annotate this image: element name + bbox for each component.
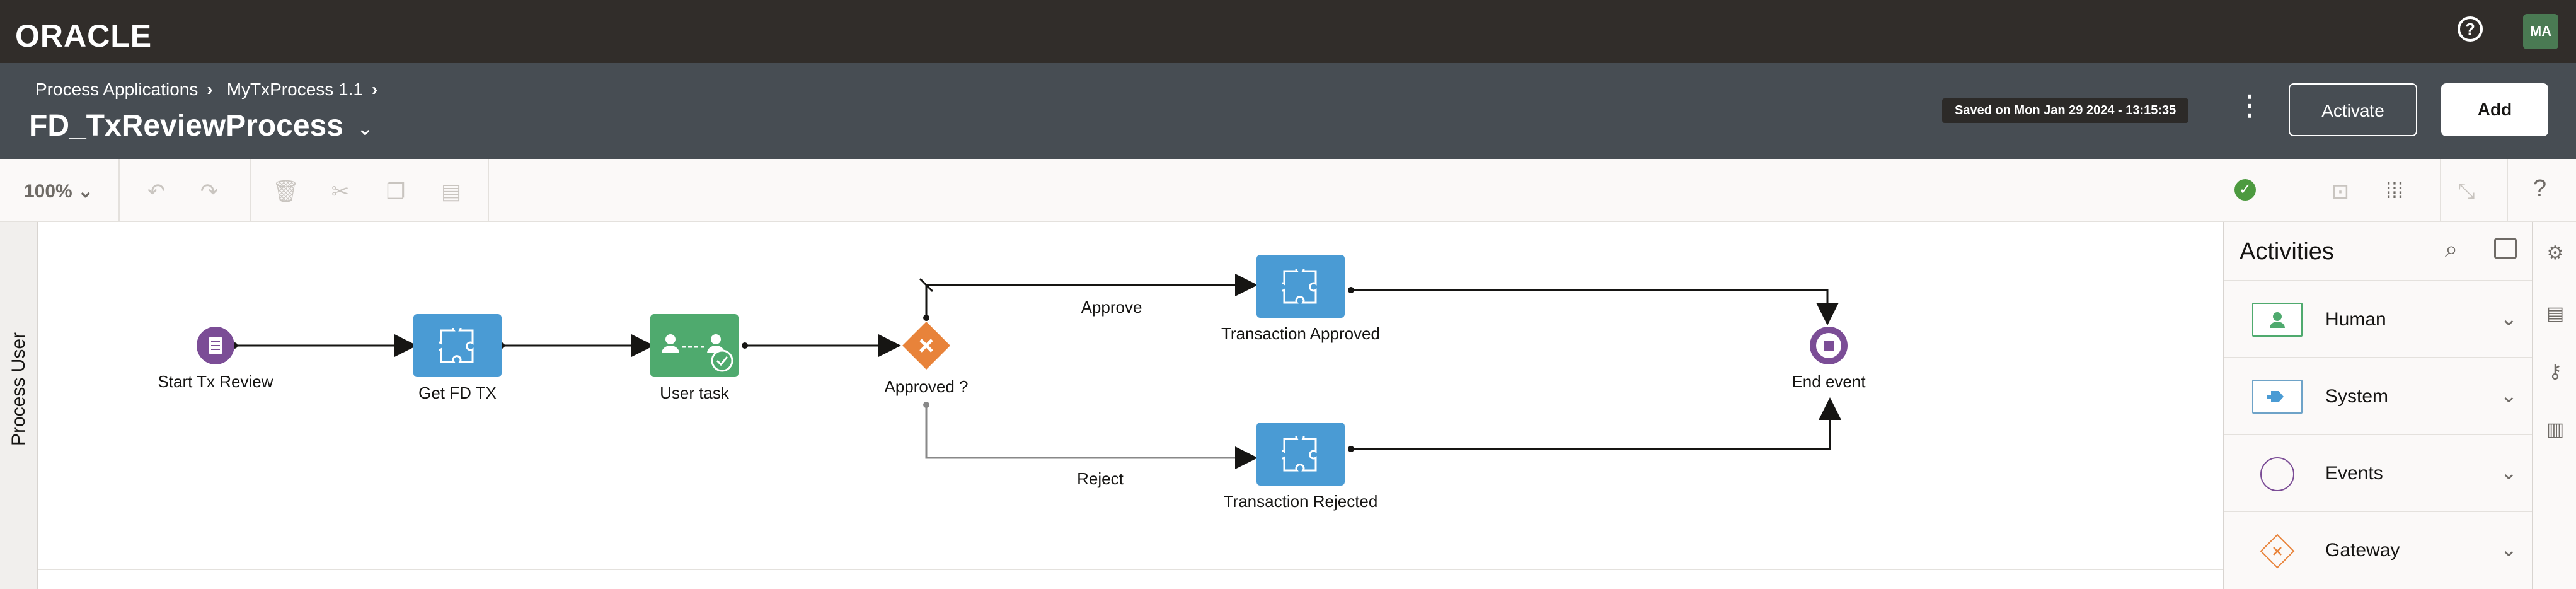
service-task-get-fd-tx[interactable] bbox=[413, 314, 502, 377]
chart-icon[interactable]: ▥ bbox=[2544, 419, 2566, 440]
saved-status-badge: Saved on Mon Jan 29 2024 - 13:15:35 bbox=[1942, 98, 2189, 123]
list-icon bbox=[209, 337, 222, 354]
activities-title: Activities bbox=[2240, 238, 2334, 265]
more-options-icon[interactable]: ⋮ bbox=[2236, 92, 2263, 120]
add-button[interactable]: Add bbox=[2441, 83, 2548, 136]
chevron-right-icon: › bbox=[207, 79, 213, 99]
toolbar-divider bbox=[2507, 159, 2508, 221]
system-icon bbox=[2252, 380, 2303, 414]
task-label: User task bbox=[660, 383, 729, 402]
task-label: Get FD TX bbox=[418, 383, 497, 402]
task-label: Transaction Rejected bbox=[1223, 492, 1378, 511]
undo-icon[interactable]: ↶ bbox=[144, 179, 169, 204]
delete-icon[interactable]: 🗑 bbox=[272, 179, 299, 204]
toolbar-divider bbox=[488, 159, 489, 221]
canvas-toolbar: 100% ⌄ ↶ ↷ 🗑 ✂ ❐ ▤ ✓ ⊡ ⁞⁞⁞ ⤡ ? bbox=[0, 159, 2576, 222]
chevron-down-icon[interactable]: ⌄ bbox=[2500, 460, 2517, 484]
zoom-value: 100% bbox=[24, 181, 72, 202]
avatar[interactable]: MA bbox=[2523, 14, 2558, 49]
process-canvas[interactable]: Start Tx Review Get FD TX User task Appr… bbox=[38, 222, 2223, 569]
breadcrumb: Process Applications › MyTxProcess 1.1 › bbox=[35, 79, 391, 100]
gateway-label: Approved ? bbox=[884, 377, 969, 396]
documents-icon[interactable]: ▤ bbox=[2544, 303, 2566, 324]
search-icon[interactable]: ⌕ bbox=[2445, 236, 2458, 263]
top-bar: ORACLE ? MA bbox=[0, 0, 2576, 63]
zoom-select[interactable]: 100% ⌄ bbox=[24, 180, 93, 202]
events-icon bbox=[2252, 457, 2303, 491]
activity-group-label: Human bbox=[2325, 309, 2386, 330]
activity-group-label: Events bbox=[2325, 463, 2383, 484]
service-task-transaction-rejected[interactable] bbox=[1256, 423, 1345, 486]
settings-icon[interactable]: ⚙ bbox=[2544, 242, 2566, 264]
puzzle-icon bbox=[439, 328, 474, 363]
collapse-icon[interactable]: ⤡ bbox=[2454, 179, 2479, 204]
key-icon[interactable]: ⚷ bbox=[2544, 361, 2566, 382]
activities-panel: Activities ⌕ Human ⌄ System ⌄ Events ⌄ G… bbox=[2223, 222, 2532, 589]
activity-group-human[interactable]: Human ⌄ bbox=[2224, 280, 2532, 357]
redo-icon[interactable]: ↷ bbox=[197, 179, 222, 204]
stop-icon bbox=[1816, 333, 1841, 358]
activity-group-system[interactable]: System ⌄ bbox=[2224, 357, 2532, 434]
dock-panel-icon[interactable] bbox=[2494, 238, 2517, 259]
sequence-flow[interactable] bbox=[1351, 397, 1841, 450]
toolbar-divider bbox=[2440, 159, 2441, 221]
chevron-down-icon[interactable]: ⌄ bbox=[2500, 306, 2517, 330]
right-rail: ⚙ ▤ ⚷ ▥ bbox=[2532, 222, 2576, 589]
human-icon bbox=[2252, 303, 2303, 337]
service-task-transaction-approved[interactable] bbox=[1256, 255, 1345, 318]
activity-group-events[interactable]: Events ⌄ bbox=[2224, 434, 2532, 511]
activity-group-label: System bbox=[2325, 386, 2389, 407]
activity-group-gateway[interactable]: Gateway ⌄ bbox=[2224, 511, 2532, 588]
chevron-down-icon[interactable]: ⌄ bbox=[357, 116, 374, 140]
toolbar-divider bbox=[250, 159, 251, 221]
sequence-flow[interactable] bbox=[1351, 289, 1839, 325]
puzzle-icon bbox=[1282, 436, 1317, 472]
task-label: Transaction Approved bbox=[1221, 324, 1380, 343]
lane-bottom-border bbox=[38, 569, 2223, 570]
chevron-down-icon[interactable]: ⌄ bbox=[2500, 383, 2517, 407]
breadcrumb-mytxprocess[interactable]: MyTxProcess 1.1 bbox=[227, 79, 363, 99]
help-icon[interactable]: ? bbox=[2458, 16, 2483, 42]
toolbar-divider bbox=[118, 159, 120, 221]
chevron-right-icon: › bbox=[371, 79, 378, 99]
start-event-label: Start Tx Review bbox=[158, 372, 273, 391]
user-task[interactable] bbox=[650, 314, 739, 377]
breadcrumb-process-applications[interactable]: Process Applications bbox=[35, 79, 198, 99]
grid-icon[interactable]: ⁞⁞⁞ bbox=[2382, 179, 2407, 204]
cut-icon[interactable]: ✂ bbox=[328, 179, 353, 204]
copy-icon[interactable]: ❐ bbox=[383, 179, 408, 204]
lock-icon[interactable]: ⊡ bbox=[2328, 179, 2353, 204]
page-header: Process Applications › MyTxProcess 1.1 › FD… bbox=[0, 63, 2576, 159]
user-handoff-icon bbox=[662, 334, 733, 372]
end-event[interactable] bbox=[1810, 327, 1848, 364]
gateway-icon bbox=[2252, 534, 2303, 569]
reject-flow[interactable] bbox=[925, 405, 1258, 469]
paste-icon[interactable]: ▤ bbox=[439, 179, 464, 204]
swimlane-label: Process User bbox=[8, 332, 29, 446]
flow-label-approve: Approve bbox=[1081, 298, 1142, 317]
oracle-logo[interactable]: ORACLE bbox=[15, 18, 152, 54]
puzzle-icon bbox=[1282, 269, 1317, 304]
validate-ok-icon[interactable]: ✓ bbox=[2234, 179, 2256, 201]
chevron-down-icon[interactable]: ⌄ bbox=[2500, 537, 2517, 561]
page-title: FD_TxReviewProcess bbox=[29, 109, 343, 143]
end-event-label: End event bbox=[1791, 372, 1866, 391]
start-event[interactable] bbox=[197, 327, 234, 364]
exclusive-gateway[interactable] bbox=[901, 320, 952, 371]
flow-label-reject: Reject bbox=[1077, 469, 1124, 488]
activate-button[interactable]: Activate bbox=[2289, 83, 2417, 136]
activity-group-label: Gateway bbox=[2325, 540, 2400, 561]
help-icon[interactable]: ? bbox=[2533, 175, 2546, 202]
